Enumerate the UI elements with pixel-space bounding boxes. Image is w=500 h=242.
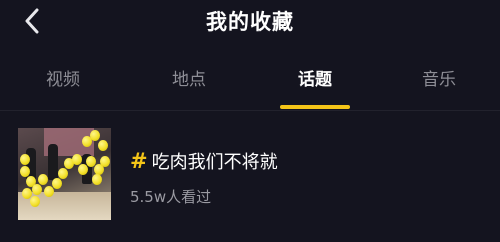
active-tab-indicator bbox=[280, 105, 350, 109]
topic-thumbnail-image bbox=[18, 128, 111, 220]
hashtag-icon: # bbox=[130, 149, 148, 173]
topic-name: 吃肉我们不将就 bbox=[151, 152, 278, 173]
topic-list-item[interactable]: # 吃肉我们不将就 5.5w人看过 bbox=[0, 120, 500, 230]
header: 我的收藏 bbox=[0, 0, 500, 44]
tab-topics[interactable]: 话题 bbox=[270, 58, 360, 102]
tab-places[interactable]: 地点 bbox=[144, 58, 234, 102]
topic-title: # 吃肉我们不将就 bbox=[130, 148, 278, 174]
tab-videos[interactable]: 视频 bbox=[18, 58, 108, 102]
page-title: 我的收藏 bbox=[206, 10, 294, 34]
divider bbox=[0, 110, 500, 111]
tab-music[interactable]: 音乐 bbox=[394, 58, 484, 102]
favorites-screen: 我的收藏 视频 地点 话题 音乐 # 吃肉我们不将就 5.5w人看过 bbox=[0, 0, 500, 242]
tab-bar: 视频 地点 话题 音乐 bbox=[0, 58, 500, 109]
topic-view-count: 5.5w人看过 bbox=[130, 188, 212, 206]
